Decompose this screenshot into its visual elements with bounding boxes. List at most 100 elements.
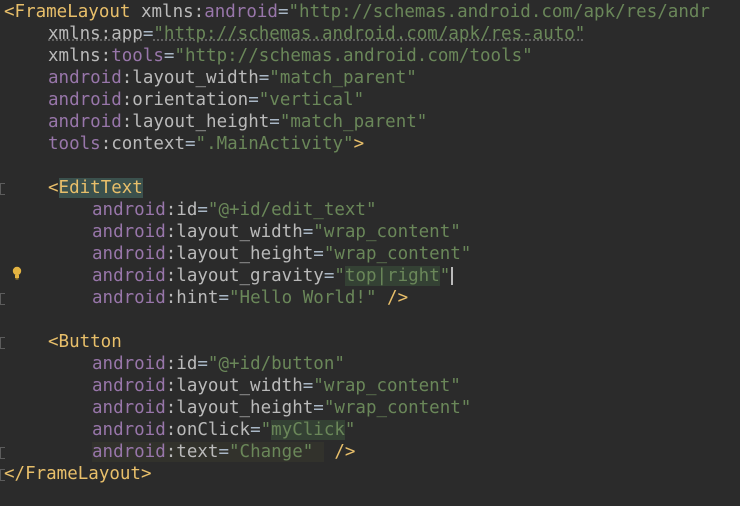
code-token: myClick [271, 420, 345, 440]
code-line[interactable]: android:layout_gravity="top|right" [92, 265, 454, 287]
code-token: tools [48, 134, 101, 154]
fold-marker-edittext-end[interactable] [0, 293, 5, 305]
code-token: = [248, 90, 259, 110]
code-line[interactable]: tools:context=".MainActivity"> [48, 133, 364, 155]
code-token: = [313, 244, 324, 264]
code-token: "wrap_content" [323, 398, 472, 418]
code-token: android [48, 112, 122, 132]
fold-marker-edittext[interactable] [0, 183, 5, 195]
code-token: android [48, 90, 122, 110]
lightbulb-icon[interactable] [12, 266, 22, 280]
code-token: :layout_width [165, 376, 303, 396]
code-line[interactable]: android:hint="Hello World!" /> [92, 287, 408, 309]
code-token: = [218, 442, 229, 462]
code-token: " [439, 266, 451, 286]
code-token: :hint [165, 288, 219, 308]
code-token: android [92, 354, 166, 374]
code-token: = [258, 68, 270, 88]
code-token: :layout_width [121, 68, 259, 88]
code-token: "http://schemas.android.com/apk/res/andr [288, 2, 710, 22]
code-token: android [92, 398, 166, 418]
code-line[interactable]: android:layout_width="match_parent" [48, 67, 417, 89]
code-token: "match_parent" [269, 68, 417, 88]
code-line[interactable]: android:id="@+id/edit_text" [92, 199, 377, 221]
code-line[interactable]: android:onClick="myClick" [92, 419, 355, 441]
code-line[interactable]: </FrameLayout> [4, 463, 152, 485]
code-token: android [92, 244, 166, 264]
code-token: /> [323, 442, 356, 462]
code-token: "Hello World!" [229, 288, 377, 308]
code-line[interactable]: android:layout_height="wrap_content" [92, 243, 471, 265]
code-token: "http://schemas.android.com/apk/res-auto… [153, 24, 586, 44]
code-token: "wrap_content" [323, 244, 472, 264]
code-token: :context [100, 134, 185, 154]
code-line[interactable]: <EditText [48, 177, 143, 199]
fold-marker-button-end[interactable] [0, 447, 5, 459]
code-token: > [353, 134, 365, 154]
code-token: android [48, 68, 122, 88]
code-token: :text [165, 442, 219, 462]
code-token: :onClick [165, 420, 251, 440]
code-token: = [302, 222, 314, 242]
code-token: "Change" [229, 442, 324, 462]
code-token: android [92, 266, 166, 286]
code-token: :layout_gravity [165, 266, 324, 286]
code-token: android [92, 442, 166, 462]
code-line[interactable]: xmlns:app="http://schemas.android.com/ap… [48, 23, 585, 45]
code-line[interactable]: <Button [48, 331, 122, 353]
code-line[interactable]: android:text="Change" /> [92, 441, 355, 463]
xml-code-editor[interactable]: <FrameLayout xmlns:android="http://schem… [0, 0, 740, 506]
code-token: /> [376, 288, 409, 308]
code-token: = [323, 266, 335, 286]
code-line[interactable]: <FrameLayout xmlns:android="http://schem… [4, 1, 710, 23]
code-token: xmlns: [140, 2, 205, 22]
code-token: "wrap_content" [313, 376, 461, 396]
code-token: "match_parent" [279, 112, 428, 132]
fold-marker-button[interactable] [0, 337, 5, 349]
code-line[interactable]: android:layout_height="match_parent" [48, 111, 427, 133]
code-token: :layout_height [121, 112, 270, 132]
code-token: "vertical" [258, 90, 365, 110]
code-line[interactable]: android:layout_height="wrap_content" [92, 397, 471, 419]
code-token: "@+id/button" [207, 354, 345, 374]
code-line[interactable]: android:orientation="vertical" [48, 89, 364, 111]
code-token: top|right [344, 266, 440, 286]
code-token: <Button [48, 332, 122, 352]
code-token: = [184, 134, 196, 154]
code-token: ".MainActivity" [195, 134, 354, 154]
code-line[interactable]: android:layout_width="wrap_content" [92, 375, 461, 397]
code-token: :id [165, 354, 198, 374]
code-token: xmlns:app [48, 24, 143, 44]
code-token: EditText [58, 178, 143, 198]
code-token: = [218, 288, 229, 308]
code-token: :layout_height [165, 244, 314, 264]
code-token: < [48, 178, 59, 198]
code-token: </FrameLayout> [4, 464, 152, 484]
code-token: " [334, 266, 345, 286]
code-token: = [163, 46, 175, 66]
code-token: :layout_width [165, 222, 303, 242]
code-line[interactable]: android:layout_width="wrap_content" [92, 221, 461, 243]
fold-marker-framelayout-end[interactable] [0, 469, 5, 481]
code-token: = [277, 2, 289, 22]
code-token: android [92, 222, 166, 242]
code-token: <FrameLayout [4, 2, 141, 22]
code-token: :orientation [121, 90, 249, 110]
code-token: "@+id/edit_text" [207, 200, 377, 220]
code-token: android [204, 2, 278, 22]
code-token: android [92, 200, 166, 220]
code-token: android [92, 288, 166, 308]
code-token: = [197, 354, 208, 374]
code-token: = [250, 420, 261, 440]
code-line[interactable]: xmlns:tools="http://schemas.android.com/… [48, 45, 533, 67]
text-caret [451, 267, 454, 285]
code-token: " [344, 420, 356, 440]
code-token: "wrap_content" [313, 222, 461, 242]
code-token: tools [111, 46, 164, 66]
code-token: "http://schemas.android.com/tools" [174, 46, 533, 66]
code-token: xmlns: [48, 46, 112, 66]
code-token: " [260, 420, 272, 440]
code-line[interactable]: android:id="@+id/button" [92, 353, 345, 375]
code-token: android [92, 376, 166, 396]
code-token: = [142, 24, 154, 44]
